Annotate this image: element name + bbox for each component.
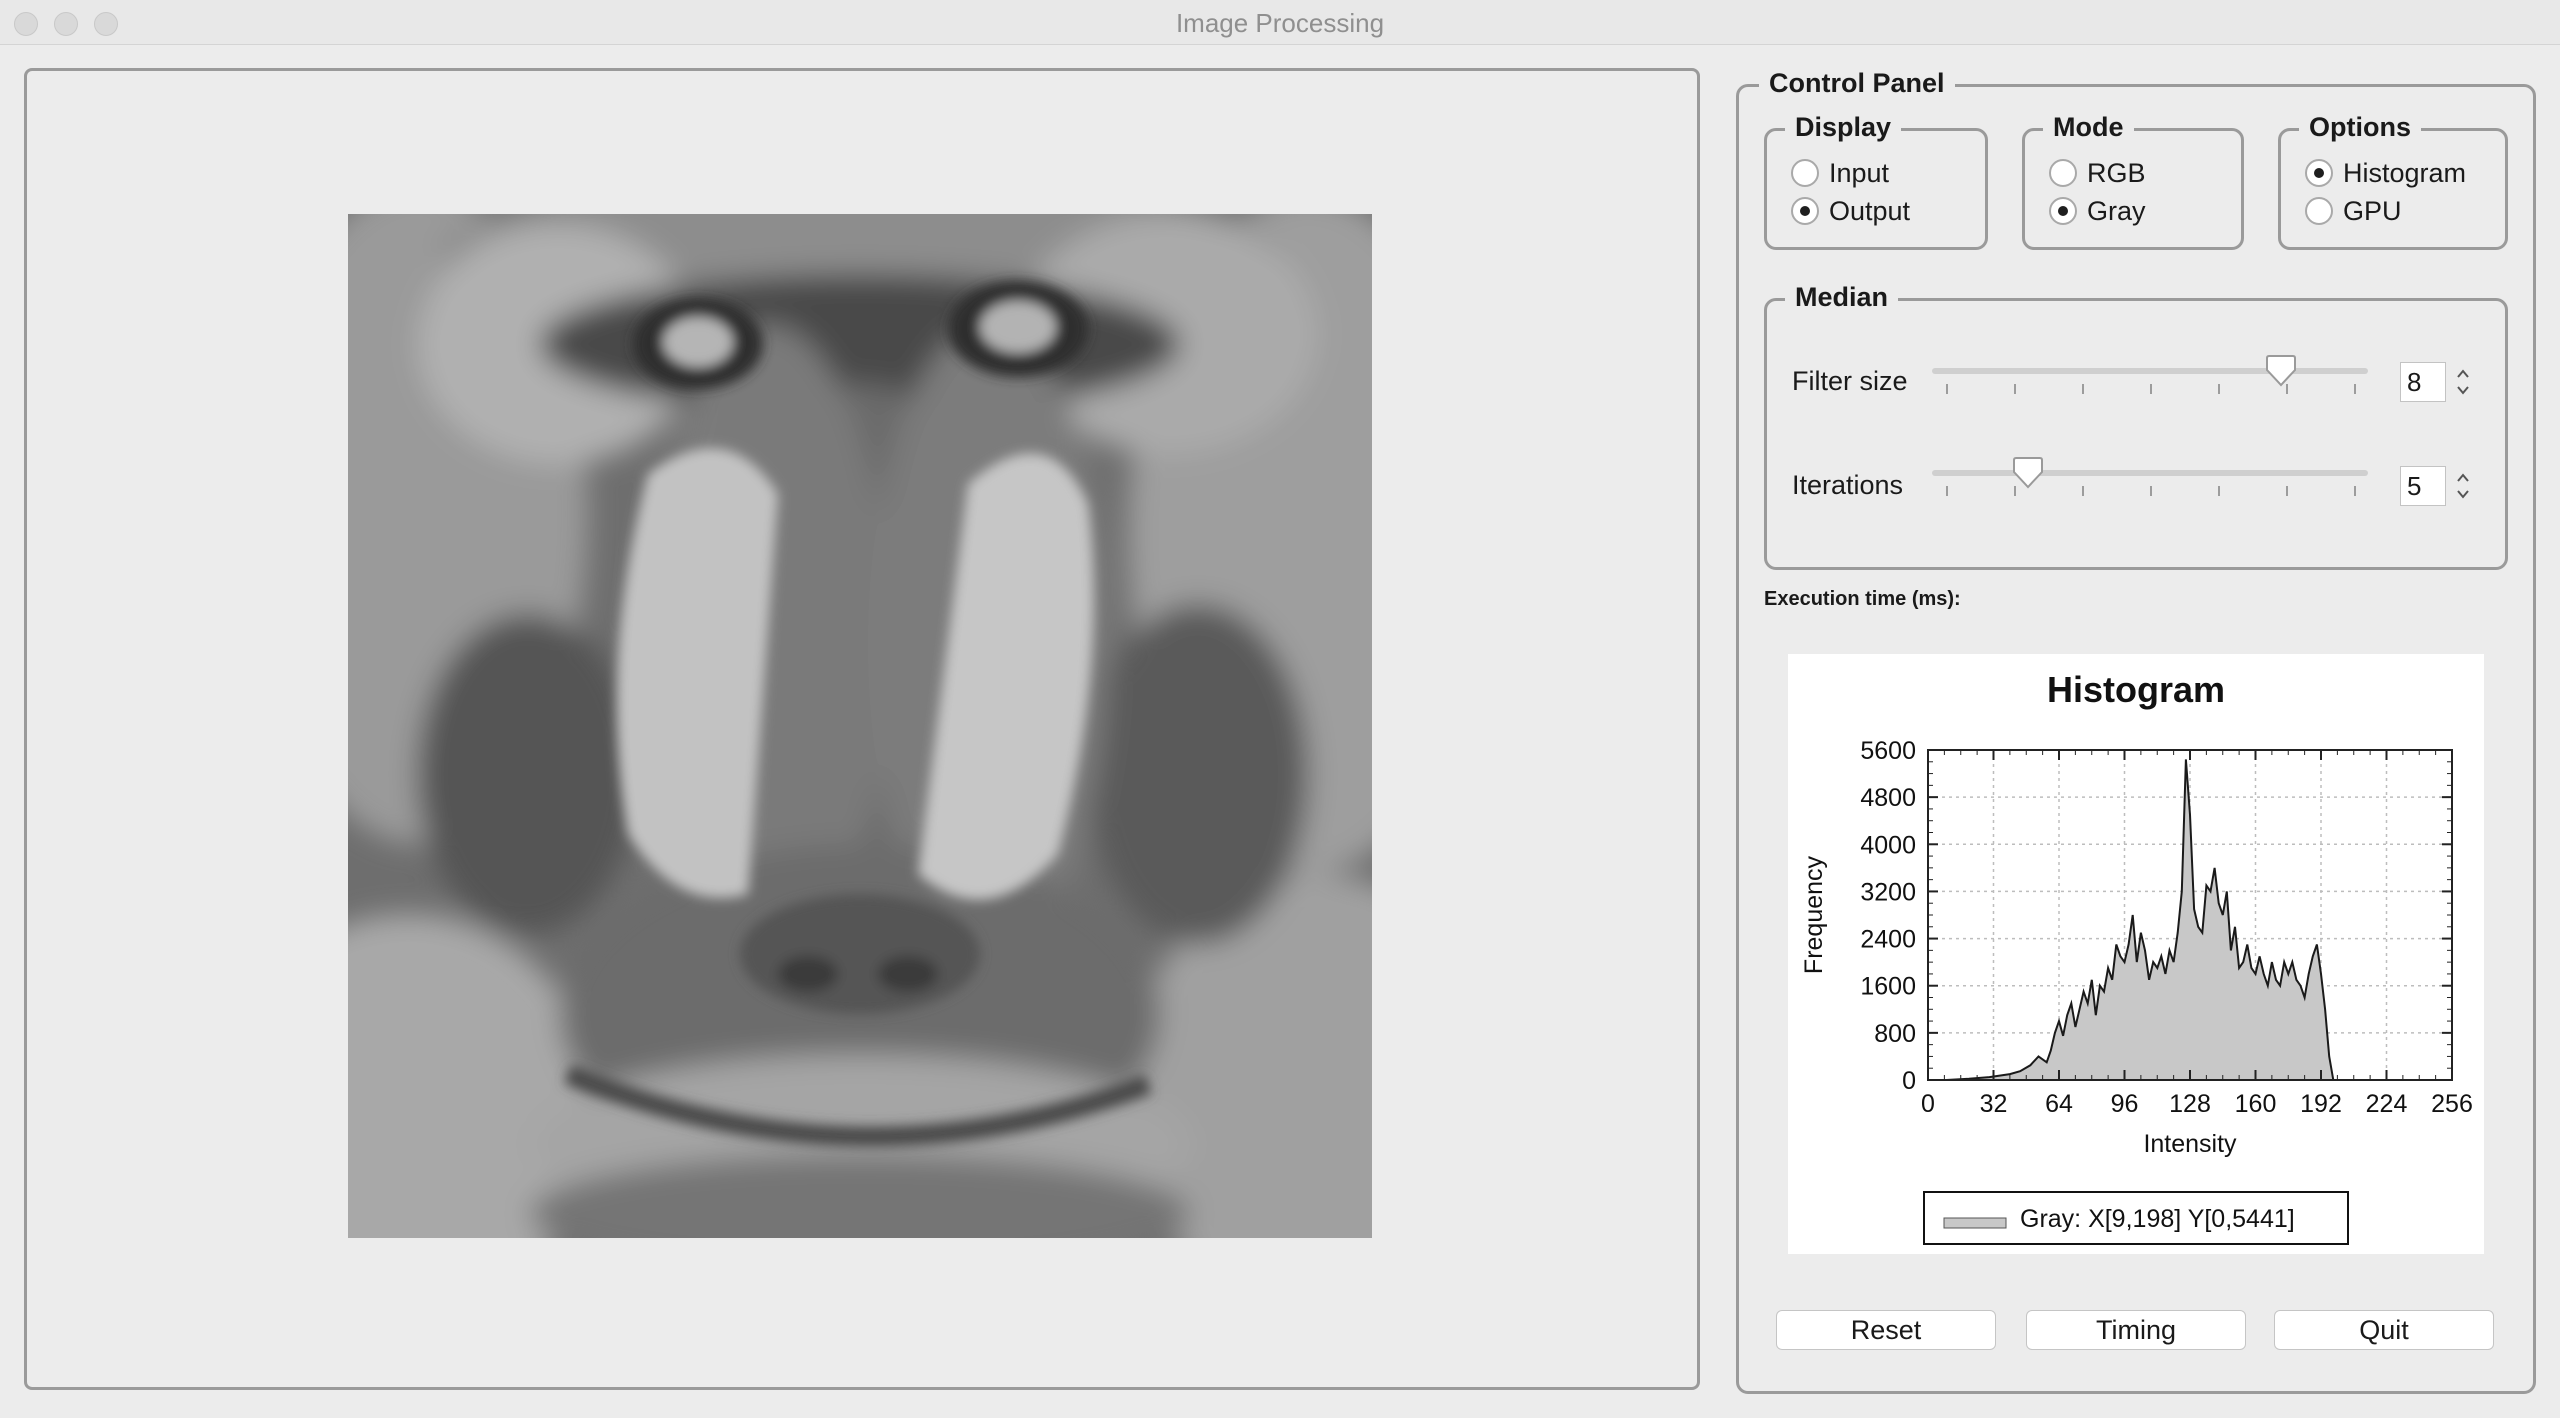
y-tick-label: 4800 bbox=[1860, 784, 1916, 812]
y-tick-label: 5600 bbox=[1860, 737, 1916, 765]
display-output-label: Output bbox=[1829, 195, 1911, 226]
histogram-chart-card: Histogram 0 32 64 96 128 160 192 224 256 0 800 1600… bbox=[1788, 654, 2484, 1254]
slider-tick bbox=[1946, 486, 1948, 496]
histogram-area bbox=[1946, 759, 2334, 1080]
x-tick-label: 192 bbox=[2300, 1090, 2342, 1118]
slider-thumb-icon[interactable] bbox=[2264, 354, 2298, 388]
slider-thumb-icon[interactable] bbox=[2011, 456, 2045, 490]
quit-button[interactable]: Quit bbox=[2274, 1310, 2494, 1350]
y-tick-label: 2400 bbox=[1860, 926, 1916, 954]
options-histogram-radio[interactable]: Histogram bbox=[2305, 155, 2466, 191]
slider-track[interactable] bbox=[1932, 470, 2368, 476]
radio-checked-icon bbox=[2049, 197, 2077, 225]
options-gpu-label: GPU bbox=[2343, 195, 2402, 226]
execution-time-label: Execution time (ms): bbox=[1764, 588, 1961, 610]
slider-tick bbox=[2082, 486, 2084, 496]
options-gpu-radio[interactable]: GPU bbox=[2305, 193, 2402, 229]
slider-tick bbox=[2218, 486, 2220, 496]
iterations-stepper-icon[interactable] bbox=[2452, 466, 2474, 506]
median-group: Median bbox=[1764, 279, 2508, 570]
median-group-title: Median bbox=[1785, 279, 1899, 315]
slider-tick bbox=[2014, 384, 2016, 394]
iterations-label: Iterations bbox=[1792, 470, 1904, 500]
histogram-chart: Histogram 0 32 64 96 128 160 192 224 256 0 800 1600… bbox=[1800, 669, 2473, 1245]
iterations-spinbox[interactable]: 5 bbox=[2400, 466, 2446, 506]
radio-unchecked-icon bbox=[2049, 159, 2077, 187]
slider-tick bbox=[2150, 486, 2152, 496]
mode-group-title: Mode bbox=[2043, 109, 2134, 145]
radio-unchecked-icon bbox=[1791, 159, 1819, 187]
options-group: Options Histogram GPU bbox=[2278, 109, 2508, 250]
slider-tick bbox=[2354, 384, 2356, 394]
filter-size-stepper-icon[interactable] bbox=[2452, 362, 2474, 402]
radio-checked-icon bbox=[2305, 159, 2333, 187]
mode-rgb-label: RGB bbox=[2087, 157, 2146, 188]
filter-size-label: Filter size bbox=[1792, 366, 1908, 396]
y-tick-label: 1600 bbox=[1860, 973, 1916, 1001]
window-title: Image Processing bbox=[1175, 8, 1385, 38]
display-group-title: Display bbox=[1785, 109, 1902, 145]
title-bar: Image Processing bbox=[0, 0, 2560, 45]
options-group-title: Options bbox=[2299, 109, 2421, 145]
slider-track[interactable] bbox=[1932, 368, 2368, 374]
x-tick-label: 64 bbox=[2045, 1090, 2073, 1118]
slider-tick bbox=[2354, 486, 2356, 496]
display-input-radio[interactable]: Input bbox=[1791, 155, 1889, 191]
reset-button[interactable]: Reset bbox=[1776, 1310, 1996, 1350]
legend-text: Gray: X[9,198] Y[0,5441] bbox=[2020, 1205, 2295, 1233]
chart-title: Histogram bbox=[2047, 669, 2225, 710]
slider-tick bbox=[2150, 384, 2152, 394]
slider-tick bbox=[2082, 384, 2084, 394]
options-histogram-label: Histogram bbox=[2343, 157, 2467, 188]
output-image bbox=[348, 214, 1372, 1238]
display-output-radio[interactable]: Output bbox=[1791, 193, 1910, 229]
y-tick-label: 0 bbox=[1902, 1067, 1916, 1095]
x-tick-label: 0 bbox=[1921, 1090, 1935, 1118]
radio-checked-icon bbox=[1791, 197, 1819, 225]
x-axis-label: Intensity bbox=[2143, 1130, 2237, 1158]
x-tick-label: 256 bbox=[2431, 1090, 2473, 1118]
radio-unchecked-icon bbox=[2305, 197, 2333, 225]
display-group: Display Input Output bbox=[1764, 109, 1988, 250]
mandrill-image bbox=[348, 214, 1372, 1238]
slider-tick bbox=[2286, 486, 2288, 496]
y-tick-label: 3200 bbox=[1860, 878, 1916, 906]
mode-gray-label: Gray bbox=[2087, 195, 2146, 226]
x-tick-label: 128 bbox=[2169, 1090, 2211, 1118]
slider-tick bbox=[2218, 384, 2220, 394]
x-tick-label: 96 bbox=[2111, 1090, 2139, 1118]
mode-group: Mode RGB Gray bbox=[2022, 109, 2244, 250]
x-tick-label: 224 bbox=[2366, 1090, 2408, 1118]
display-input-label: Input bbox=[1829, 157, 1890, 188]
mode-gray-radio[interactable]: Gray bbox=[2049, 193, 2146, 229]
y-tick-label: 4000 bbox=[1860, 831, 1916, 859]
filter-size-spinbox[interactable]: 8 bbox=[2400, 362, 2446, 402]
x-tick-label: 32 bbox=[1980, 1090, 2008, 1118]
y-tick-label: 800 bbox=[1874, 1020, 1916, 1048]
timing-button[interactable]: Timing bbox=[2026, 1310, 2246, 1350]
y-axis-label: Frequency bbox=[1800, 855, 1828, 974]
slider-tick bbox=[1946, 384, 1948, 394]
control-panel-title: Control Panel bbox=[1759, 65, 1955, 101]
legend-swatch bbox=[1943, 1217, 2007, 1229]
x-tick-label: 160 bbox=[2235, 1090, 2277, 1118]
mode-rgb-radio[interactable]: RGB bbox=[2049, 155, 2146, 191]
